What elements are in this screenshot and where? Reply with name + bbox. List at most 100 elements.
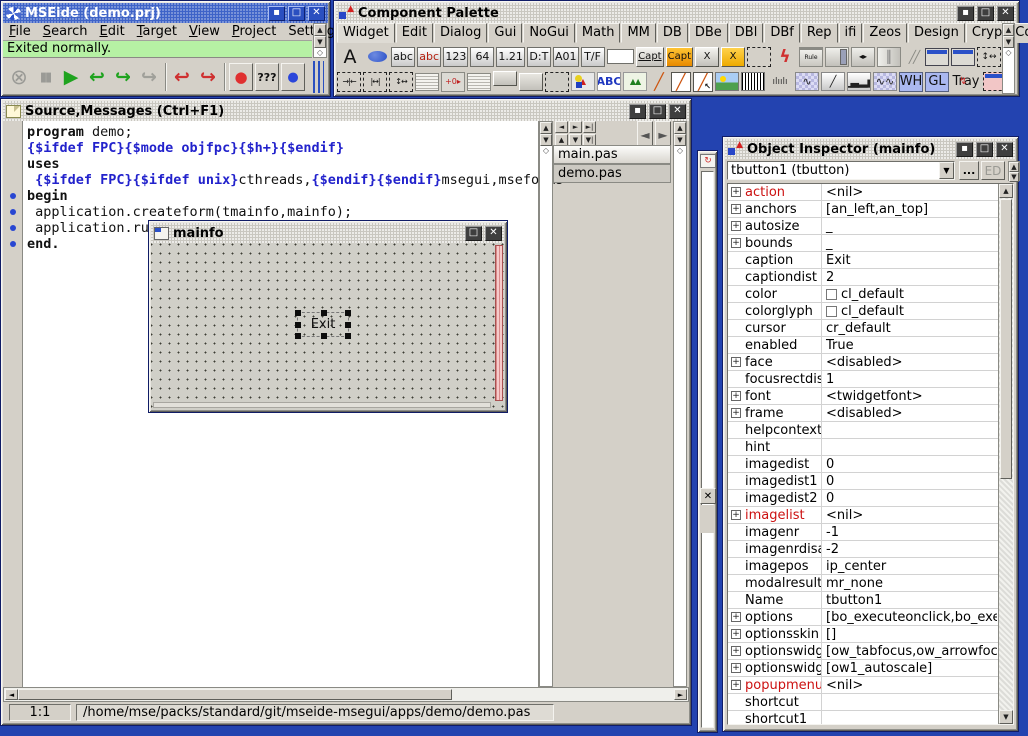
- property-value[interactable]: -1: [822, 524, 997, 540]
- property-value[interactable]: <nil>: [822, 677, 997, 693]
- property-value[interactable]: <disabled>: [822, 405, 997, 421]
- property-row[interactable]: +frame<disabled>: [728, 405, 1013, 422]
- property-row[interactable]: captionExit: [728, 252, 1013, 269]
- tlinespanel-icon[interactable]: ║: [877, 47, 901, 67]
- property-value[interactable]: cl_default: [822, 303, 997, 319]
- property-value[interactable]: 0: [822, 490, 997, 506]
- tab-zeos[interactable]: Zeos: [863, 23, 907, 43]
- tdesignpaintbox-icon[interactable]: ╱: [693, 72, 713, 92]
- help-icon[interactable]: ???: [255, 63, 279, 91]
- trulegroupbox-icon[interactable]: Rule: [799, 47, 823, 67]
- property-row[interactable]: helpcontext: [728, 422, 1013, 439]
- tclosebutton-color-icon[interactable]: X: [721, 47, 745, 67]
- form-horizontal-scrollbar[interactable]: [153, 402, 491, 408]
- breakpoint-dot[interactable]: [10, 193, 16, 199]
- property-row[interactable]: +autosize_: [728, 218, 1013, 235]
- property-value[interactable]: [ow1_autoscale]: [822, 660, 997, 676]
- scroll-up-icon[interactable]: ▲: [540, 122, 552, 134]
- scroll-down-icon[interactable]: ▼: [540, 134, 552, 146]
- maximize-icon[interactable]: □: [977, 6, 994, 21]
- property-row[interactable]: modalresultmr_none: [728, 575, 1013, 592]
- scroll-down-icon[interactable]: ▼: [1009, 172, 1019, 182]
- menu-item-target[interactable]: Target: [137, 24, 177, 40]
- mseide-titlebar[interactable]: MSEide (demo.prj) ▪ □ ✕: [3, 3, 328, 23]
- dock-close-icon[interactable]: ✕: [700, 488, 716, 504]
- expand-icon[interactable]: +: [731, 680, 741, 690]
- tdockpanel-icon[interactable]: [545, 72, 569, 92]
- breakpoint-icon[interactable]: ●: [281, 63, 305, 91]
- tab-edit[interactable]: Edit: [396, 23, 433, 43]
- tpaintbox-icon[interactable]: ╱: [649, 72, 669, 92]
- menu-scrollbar[interactable]: ▲ ▼ ◇: [313, 23, 327, 58]
- tstepper-icon[interactable]: +0▸: [441, 72, 465, 92]
- topenglwidget-icon[interactable]: GL: [925, 72, 949, 92]
- twindow1-icon[interactable]: [925, 48, 949, 66]
- tshape-icon[interactable]: [365, 47, 389, 67]
- tstatparam-icon[interactable]: [467, 73, 491, 91]
- dock-thumb[interactable]: [701, 505, 714, 533]
- tspacer-left-icon[interactable]: →|←: [337, 72, 361, 92]
- property-row[interactable]: +face<disabled>: [728, 354, 1013, 371]
- tab-nogui[interactable]: NoGui: [523, 23, 575, 43]
- selected-exit-button[interactable]: Exit: [297, 312, 349, 337]
- expand-icon[interactable]: +: [731, 629, 741, 639]
- property-value[interactable]: <disabled>: [822, 354, 997, 370]
- run-until-return-icon[interactable]: ↪: [196, 63, 220, 91]
- expand-icon[interactable]: +: [731, 204, 741, 214]
- thexedit-icon[interactable]: A01: [553, 47, 579, 67]
- tintegeredit-icon[interactable]: 123: [443, 47, 468, 67]
- pause-icon[interactable]: ▮▮: [33, 63, 57, 91]
- scroll-down-icon[interactable]: ▼: [999, 710, 1013, 724]
- ttabwidget-icon[interactable]: [493, 71, 517, 86]
- expand-icon[interactable]: +: [731, 663, 741, 673]
- property-value[interactable]: [bo_executeonclick,bo_exe: [822, 609, 997, 625]
- property-value[interactable]: 1: [822, 371, 997, 387]
- breakpoint-dot[interactable]: [10, 225, 16, 231]
- tab-dialog[interactable]: Dialog: [434, 23, 487, 43]
- file-tab-demo.pas[interactable]: demo.pas: [553, 164, 671, 183]
- tshapegrid-icon[interactable]: ▲: [571, 72, 595, 91]
- tlabel-icon[interactable]: A: [337, 47, 363, 67]
- tab-ifi[interactable]: ifi: [839, 23, 863, 43]
- selection-handle[interactable]: [295, 333, 301, 339]
- property-value[interactable]: -2: [822, 541, 997, 557]
- scroll-diamond-icon[interactable]: ◇: [677, 146, 683, 155]
- form-vertical-scrollbar[interactable]: [495, 245, 503, 401]
- twindow2-icon[interactable]: [951, 48, 975, 66]
- minimize-icon[interactable]: ▪: [956, 142, 973, 157]
- property-value[interactable]: 0: [822, 456, 997, 472]
- maximize-icon[interactable]: □: [649, 104, 666, 119]
- expand-icon[interactable]: +: [731, 510, 741, 520]
- scroll-up-icon[interactable]: ▲: [999, 184, 1013, 198]
- tab-last-icon[interactable]: ►|: [583, 121, 596, 133]
- close-icon[interactable]: ✕: [308, 6, 325, 21]
- selection-handle[interactable]: [345, 333, 351, 339]
- tchart-xy-icon[interactable]: ∿: [795, 72, 819, 91]
- tframedpaintbox-icon[interactable]: ╱: [671, 72, 691, 92]
- expand-icon[interactable]: +: [731, 221, 741, 231]
- property-value[interactable]: [822, 439, 997, 455]
- property-value[interactable]: [822, 422, 997, 438]
- expand-icon[interactable]: +: [731, 612, 741, 622]
- property-value[interactable]: [822, 711, 997, 725]
- property-value[interactable]: 0: [822, 473, 997, 489]
- minimize-icon[interactable]: ▪: [629, 104, 646, 119]
- trichedit-icon[interactable]: abc: [417, 47, 441, 67]
- expand-icon[interactable]: +: [731, 357, 741, 367]
- tdockhandle-icon[interactable]: ↕↔: [977, 47, 1001, 67]
- property-row[interactable]: +anchors[an_left,an_top]: [728, 201, 1013, 218]
- ed-button[interactable]: ED: [981, 161, 1005, 180]
- expand-icon[interactable]: +: [731, 187, 741, 197]
- twidthheight-icon[interactable]: WH: [899, 72, 923, 92]
- step-into-icon[interactable]: ↩: [85, 63, 109, 91]
- scrollbar-thumb[interactable]: [1000, 199, 1012, 479]
- tsizergrip-icon[interactable]: ╱╱: [903, 47, 923, 67]
- tstatfile-icon[interactable]: [415, 73, 439, 91]
- source-titlebar[interactable]: Source,Messages (Ctrl+F1) ▪ □ ✕: [3, 101, 689, 121]
- maximize-icon[interactable]: □: [976, 142, 993, 157]
- tchart-histogram-icon[interactable]: ▁▃▂▅: [847, 72, 871, 91]
- property-row[interactable]: shortcut: [728, 694, 1013, 711]
- tab-next-icon[interactable]: ►: [569, 121, 582, 133]
- property-value[interactable]: _: [822, 218, 997, 234]
- tab-rep[interactable]: Rep: [801, 23, 838, 43]
